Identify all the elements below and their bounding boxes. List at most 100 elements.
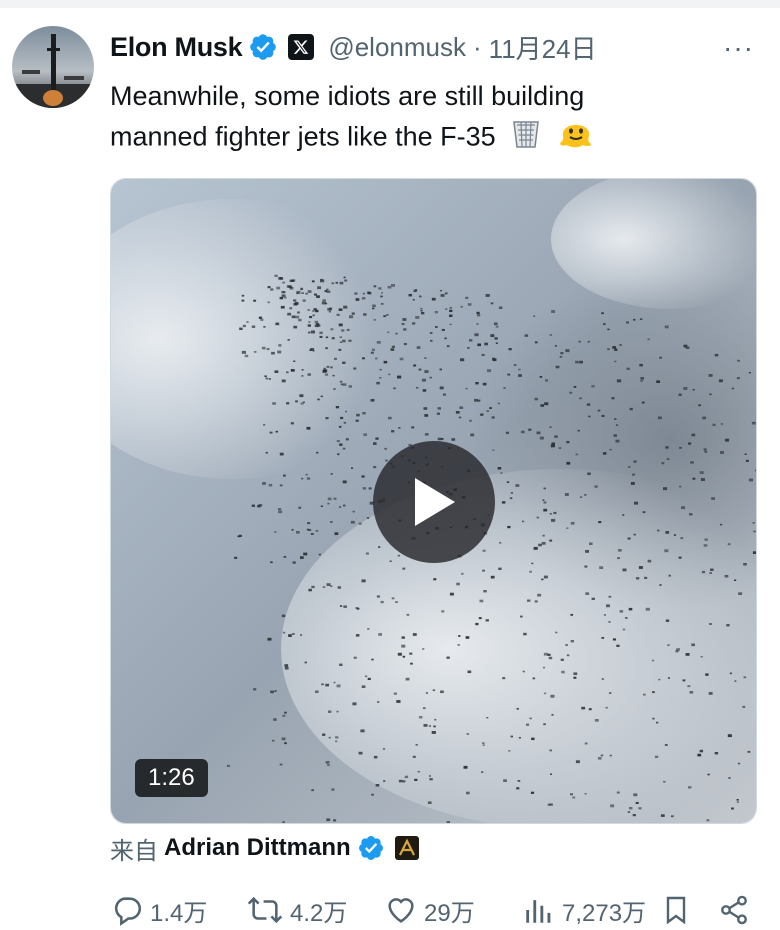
drone-dot <box>262 482 266 485</box>
drone-dot <box>353 656 357 659</box>
drone-dot <box>492 449 495 451</box>
like-button[interactable]: 29万 <box>384 890 475 930</box>
author-handle[interactable]: @elonmusk <box>328 32 466 63</box>
drone-dot <box>643 693 646 696</box>
drone-dot <box>543 487 546 490</box>
drone-dot <box>565 349 570 353</box>
drone-dot <box>362 357 365 360</box>
drone-dot <box>349 315 354 319</box>
drone-dot <box>703 544 708 547</box>
drone-dot <box>680 537 684 540</box>
drone-dot <box>628 466 631 468</box>
drone-dot <box>292 633 295 635</box>
drone-dot <box>306 528 310 531</box>
drone-dot <box>587 472 591 475</box>
source-author[interactable]: Adrian Dittmann <box>164 834 351 862</box>
drone-dot <box>570 793 573 796</box>
drone-dot <box>295 315 300 319</box>
drone-dot <box>362 412 366 415</box>
drone-dot <box>659 584 662 586</box>
drone-dot <box>267 301 270 304</box>
drone-dot <box>616 379 622 383</box>
drone-dot <box>706 819 710 822</box>
drone-dot <box>490 334 495 337</box>
bookmark-button[interactable] <box>660 890 698 930</box>
drone-dot <box>411 426 415 429</box>
drone-dot <box>518 368 521 371</box>
drone-dot <box>339 605 343 607</box>
repost-button[interactable]: 4.2万 <box>246 890 347 930</box>
drone-dot <box>645 607 650 611</box>
drone-dot <box>291 529 294 531</box>
drone-dot <box>630 482 635 485</box>
drone-dot <box>566 441 570 444</box>
drone-dot <box>581 706 586 710</box>
drone-dot <box>641 401 645 404</box>
drone-dot <box>720 423 723 425</box>
drone-dot <box>483 590 487 593</box>
drone-dot <box>421 312 425 315</box>
drone-dot <box>585 592 590 595</box>
drone-dot <box>570 522 575 525</box>
drone-dot <box>606 604 610 608</box>
drone-dot <box>566 654 570 657</box>
drone-dot <box>317 324 321 327</box>
drone-dot <box>292 561 296 564</box>
drone-dot <box>314 320 319 324</box>
drone-dot <box>545 379 548 382</box>
drone-dot <box>591 597 595 600</box>
drone-dot <box>363 433 367 436</box>
drone-dot <box>522 670 525 673</box>
drone-dot <box>461 572 464 575</box>
video-player[interactable]: 1:26 <box>110 178 757 824</box>
drone-dot <box>422 707 426 710</box>
drone-dot <box>458 416 462 419</box>
wastebasket-emoji <box>509 116 543 161</box>
video-duration: 1:26 <box>135 759 208 797</box>
drone-dot <box>287 339 290 341</box>
drone-dot <box>577 429 580 432</box>
drone-dot <box>585 550 589 553</box>
drone-dot <box>755 469 756 472</box>
drone-dot <box>608 595 612 598</box>
drone-dot <box>284 664 289 667</box>
views-button[interactable]: 7,273万 <box>522 890 646 930</box>
drone-dot <box>399 357 404 361</box>
more-icon[interactable]: ··· <box>723 32 754 64</box>
drone-dot <box>316 295 320 298</box>
drone-dot <box>656 380 660 383</box>
drone-dot <box>421 378 426 382</box>
drone-dot <box>355 634 360 637</box>
drone-dot <box>415 316 420 319</box>
drone-dot <box>348 385 352 388</box>
drone-dot <box>297 311 300 314</box>
author-name[interactable]: Elon Musk <box>110 32 243 63</box>
reply-button[interactable]: 1.4万 <box>110 890 207 930</box>
drone-dot <box>570 613 574 616</box>
drone-dot <box>326 288 329 291</box>
drone-dot <box>420 307 423 310</box>
drone-dot <box>509 497 513 500</box>
drone-dot <box>664 549 669 553</box>
tweet-date[interactable]: 11月24日 <box>489 29 597 66</box>
drone-dot <box>685 653 690 656</box>
drone-dot <box>274 531 277 533</box>
drone-dot <box>709 623 712 625</box>
drone-dot <box>534 397 538 401</box>
drone-dot <box>708 692 713 695</box>
drone-dot <box>700 478 705 481</box>
drone-dot <box>284 711 287 714</box>
drone-dot <box>321 301 326 305</box>
drone-dot <box>635 801 639 804</box>
play-button[interactable] <box>373 441 495 563</box>
drone-dot <box>338 323 343 327</box>
avatar[interactable] <box>12 26 94 108</box>
share-button[interactable] <box>718 890 756 930</box>
drone-dot <box>388 373 391 376</box>
drone-dot <box>575 760 580 764</box>
drone-dot <box>302 299 306 302</box>
drone-dot <box>311 789 314 792</box>
drone-dot <box>424 357 427 359</box>
drone-dot <box>728 777 731 779</box>
drone-dot <box>466 733 470 735</box>
